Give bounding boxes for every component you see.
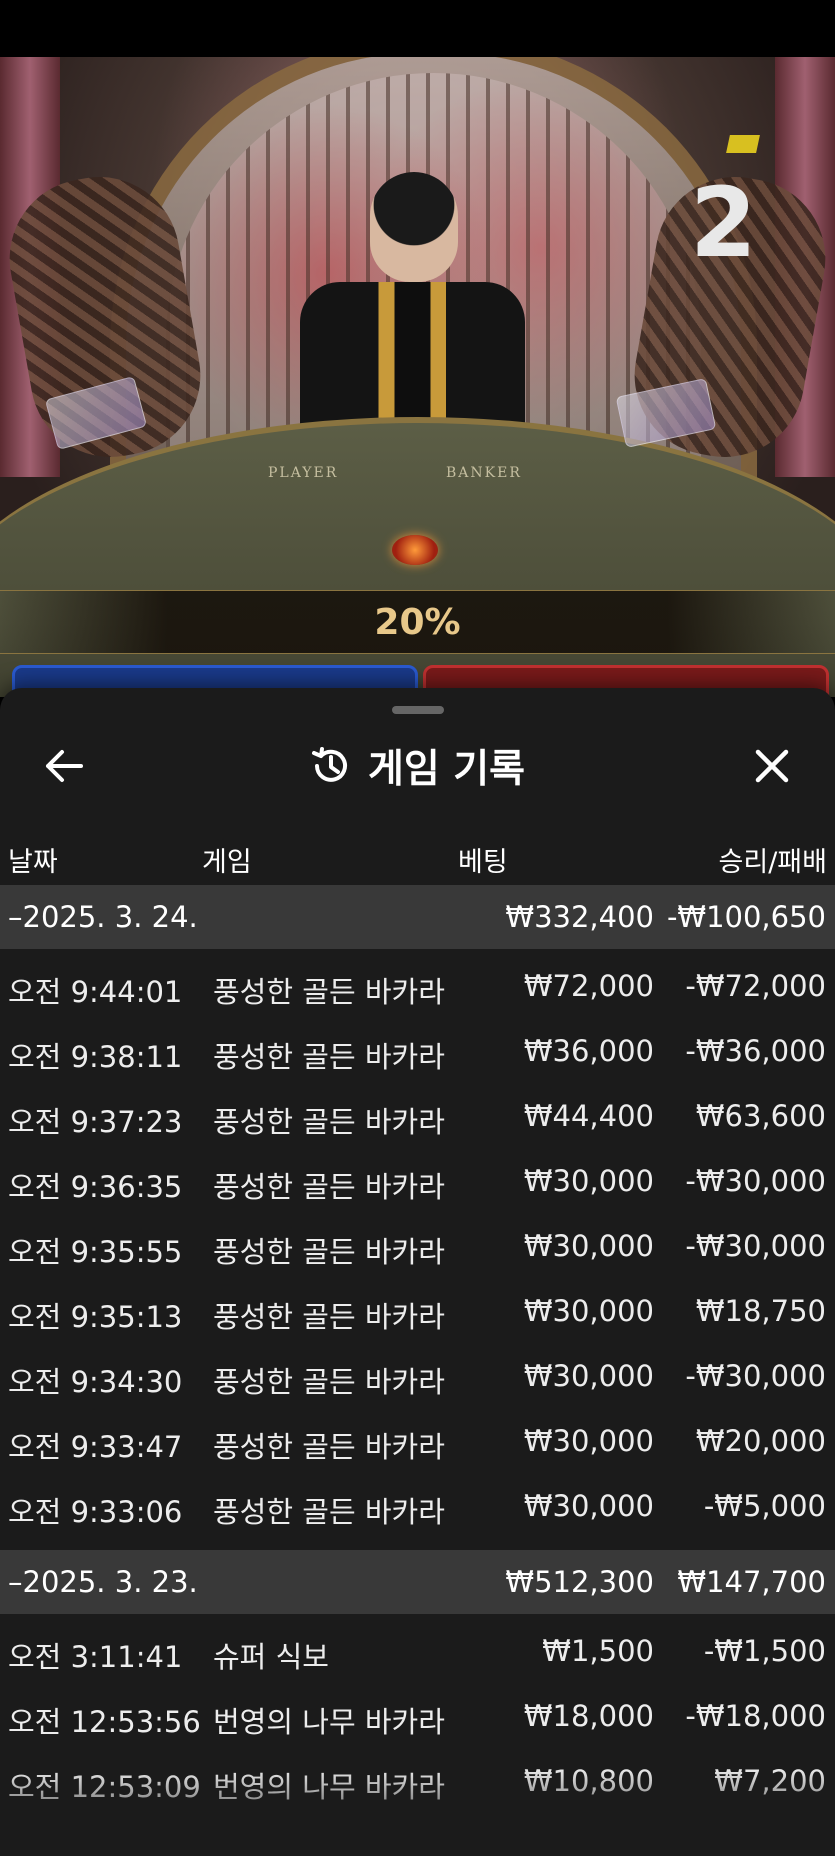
table-row[interactable]: 오전 12:53:56 번영의 나무 바카라 ₩18,000 -₩18,000	[0, 1685, 835, 1750]
table-row[interactable]: 오전 9:33:06 풍성한 골든 바카라 ₩30,000 -₩5,000	[0, 1475, 835, 1540]
table-row[interactable]: 오전 3:11:41 슈퍼 식보 ₩1,500 -₩1,500	[0, 1620, 835, 1685]
arrow-left-icon	[46, 750, 83, 782]
row-time: 오전 9:37:23	[8, 1105, 183, 1139]
row-result: -₩30,000	[685, 1359, 826, 1393]
row-bet: ₩30,000	[523, 1489, 654, 1523]
column-header-bet[interactable]: 베팅	[458, 840, 508, 879]
day-total-result: -₩100,650	[666, 900, 826, 934]
row-game: 풍성한 골든 바카라	[213, 1365, 445, 1399]
row-time: 오전 3:11:41	[8, 1640, 183, 1674]
row-bet: ₩30,000	[523, 1294, 654, 1328]
row-time: 오전 9:33:47	[8, 1430, 183, 1464]
row-bet: ₩1,500	[542, 1634, 654, 1668]
table-row[interactable]: 오전 9:37:23 풍성한 골든 바카라 ₩44,400 ₩63,600	[0, 1085, 835, 1150]
row-time: 오전 9:33:06	[8, 1495, 183, 1529]
row-result: ₩7,200	[714, 1764, 826, 1798]
row-game: 풍성한 골든 바카라	[213, 1430, 445, 1464]
table-row[interactable]: 오전 9:34:30 풍성한 골든 바카라 ₩30,000 -₩30,000	[0, 1345, 835, 1410]
close-x-icon	[755, 749, 789, 783]
panel-title-group: 게임 기록	[0, 734, 835, 798]
day-total-bet: ₩512,300	[505, 1565, 654, 1599]
row-game: 풍성한 골든 바카라	[213, 1495, 445, 1529]
row-result: -₩1,500	[703, 1634, 826, 1668]
row-bet: ₩72,000	[523, 969, 654, 1003]
back-button[interactable]	[36, 738, 92, 794]
drag-handle[interactable]	[392, 706, 444, 714]
row-time: 오전 12:53:56	[8, 1705, 201, 1739]
row-game: 풍성한 골든 바카라	[213, 1040, 445, 1074]
column-header-game[interactable]: 게임	[202, 840, 252, 879]
table-header: 날짜 게임 베팅 승리/패배	[0, 828, 835, 888]
row-time: 오전 9:35:13	[8, 1300, 183, 1334]
row-result: ₩63,600	[695, 1099, 826, 1133]
row-result: ₩18,750	[695, 1294, 826, 1328]
row-time: 오전 9:34:30	[8, 1365, 183, 1399]
player-felt-label: PLAYER	[268, 465, 339, 481]
row-time: 오전 12:53:09	[8, 1770, 201, 1804]
count-flag-icon	[726, 135, 760, 153]
row-result: -₩30,000	[685, 1229, 826, 1263]
row-game: 풍성한 골든 바카라	[213, 1300, 445, 1334]
close-button[interactable]	[744, 738, 800, 794]
row-game: 풍성한 골든 바카라	[213, 1170, 445, 1204]
table-row[interactable]: 오전 9:35:55 풍성한 골든 바카라 ₩30,000 -₩30,000	[0, 1215, 835, 1280]
day-total-result: ₩147,700	[677, 1565, 826, 1599]
banker-felt-label: BANKER	[446, 465, 522, 481]
row-result: -₩5,000	[703, 1489, 826, 1523]
day-date: –2025. 3. 23.	[8, 1565, 198, 1599]
table-row[interactable]: 오전 9:35:13 풍성한 골든 바카라 ₩30,000 ₩18,750	[0, 1280, 835, 1345]
row-result: ₩20,000	[695, 1424, 826, 1458]
row-time: 오전 9:38:11	[8, 1040, 183, 1074]
table-row[interactable]: 오전 12:53:09 번영의 나무 바카라 ₩10,800 ₩7,200	[0, 1750, 835, 1815]
round-count: 2	[690, 167, 757, 279]
row-bet: ₩10,800	[523, 1764, 654, 1798]
row-game: 슈퍼 식보	[213, 1640, 329, 1674]
row-bet: ₩18,000	[523, 1699, 654, 1733]
row-result: -₩36,000	[685, 1034, 826, 1068]
row-game: 풍성한 골든 바카라	[213, 975, 445, 1009]
column-header-result[interactable]: 승리/패배	[719, 840, 827, 879]
row-bet: ₩44,400	[523, 1099, 654, 1133]
day-group-header[interactable]: –2025. 3. 23. ₩512,300 ₩147,700	[0, 1550, 835, 1614]
row-bet: ₩30,000	[523, 1164, 654, 1198]
day-date: –2025. 3. 24.	[8, 900, 198, 934]
row-time: 오전 9:44:01	[8, 975, 183, 1009]
table-row[interactable]: 오전 9:44:01 풍성한 골든 바카라 ₩72,000 -₩72,000	[0, 955, 835, 1020]
multiplier-percent: 20%	[374, 602, 461, 643]
game-history-panel: 게임 기록 날짜 게임 베팅 승리/패배 –2025. 3. 24. ₩332,…	[0, 688, 835, 1856]
live-video-feed: PLAYER BANKER 2 20%	[0, 57, 835, 697]
table-row[interactable]: 오전 9:36:35 풍성한 골든 바카라 ₩30,000 -₩30,000	[0, 1150, 835, 1215]
row-game: 풍성한 골든 바카라	[213, 1235, 445, 1269]
row-game: 번영의 나무 바카라	[213, 1770, 445, 1804]
golden-medallion	[392, 535, 438, 565]
row-bet: ₩30,000	[523, 1424, 654, 1458]
row-result: -₩30,000	[685, 1164, 826, 1198]
row-bet: ₩36,000	[523, 1034, 654, 1068]
row-game: 번영의 나무 바카라	[213, 1705, 445, 1739]
table-row[interactable]: 오전 9:33:47 풍성한 골든 바카라 ₩30,000 ₩20,000	[0, 1410, 835, 1475]
history-clock-icon	[311, 747, 347, 782]
dealer-head	[370, 172, 458, 282]
row-result: -₩72,000	[685, 969, 826, 1003]
panel-title: 게임 기록	[367, 747, 526, 792]
row-time: 오전 9:35:55	[8, 1235, 183, 1269]
table-row[interactable]: 오전 9:38:11 풍성한 골든 바카라 ₩36,000 -₩36,000	[0, 1020, 835, 1085]
row-time: 오전 9:36:35	[8, 1170, 183, 1204]
row-game: 풍성한 골든 바카라	[213, 1105, 445, 1139]
row-bet: ₩30,000	[523, 1359, 654, 1393]
day-total-bet: ₩332,400	[505, 900, 654, 934]
day-group-header[interactable]: –2025. 3. 24. ₩332,400 -₩100,650	[0, 885, 835, 949]
column-header-date[interactable]: 날짜	[8, 840, 58, 879]
row-bet: ₩30,000	[523, 1229, 654, 1263]
row-result: -₩18,000	[685, 1699, 826, 1733]
